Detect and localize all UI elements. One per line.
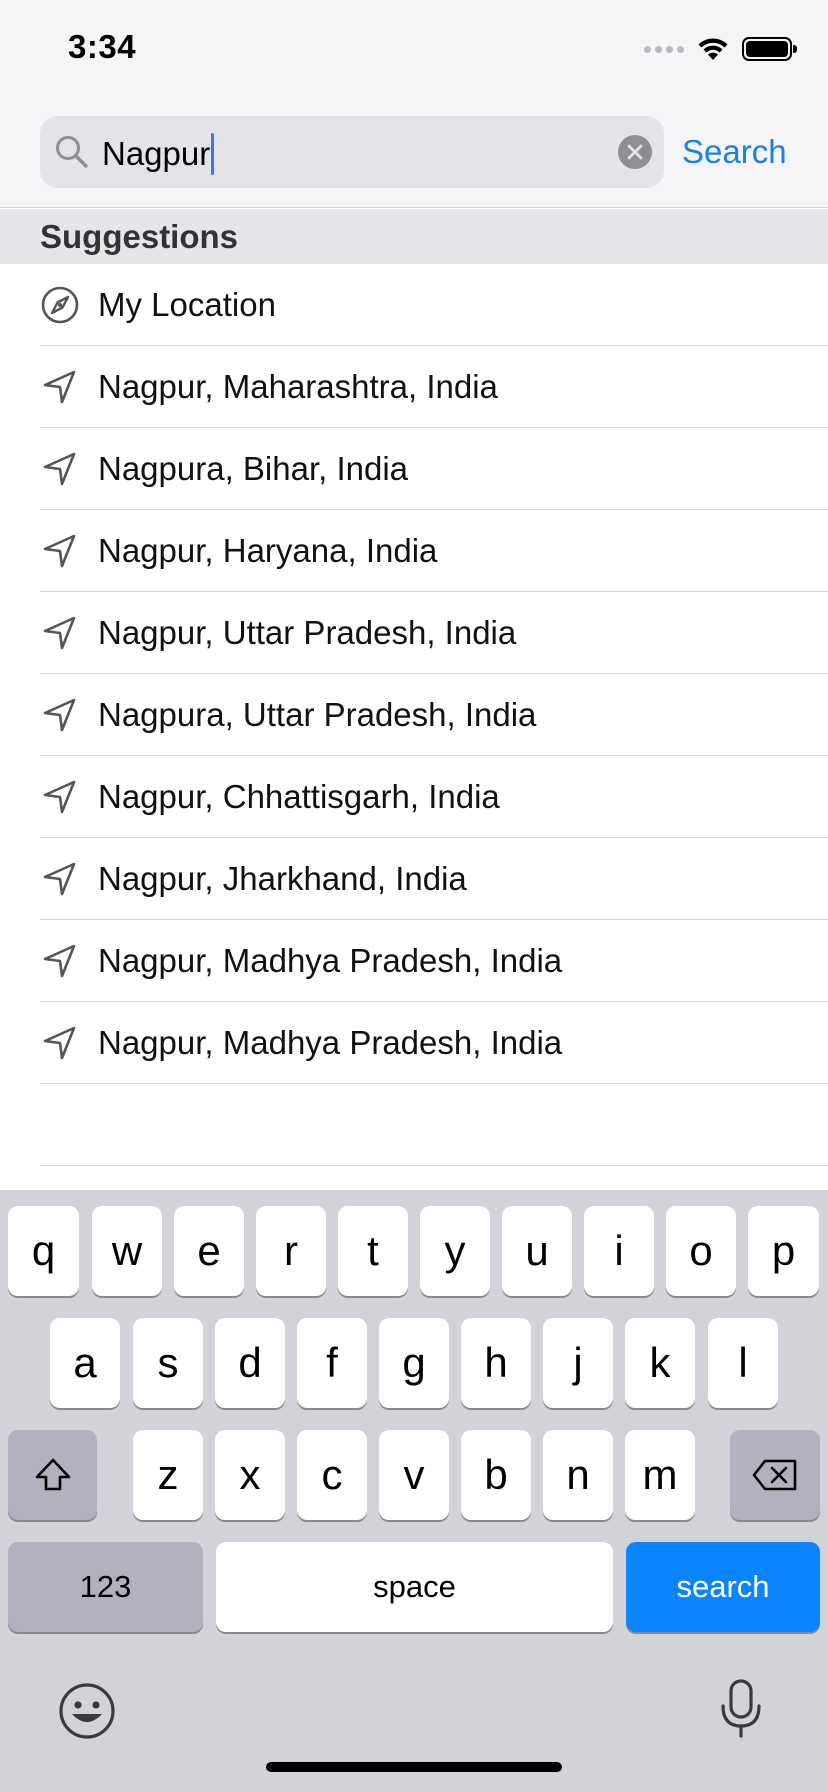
clear-text-button[interactable]	[618, 135, 652, 169]
suggestion-item[interactable]: Nagpur, Maharashtra, India	[0, 346, 828, 428]
suggestion-label: Nagpura, Uttar Pradesh, India	[98, 696, 537, 733]
numbers-key[interactable]: 123	[8, 1542, 203, 1632]
key-k[interactable]: k	[625, 1318, 695, 1408]
status-icons	[644, 34, 797, 64]
suggestions-list: My Location Nagpur, Maharashtra, India N…	[0, 264, 828, 1166]
key-h[interactable]: h	[461, 1318, 531, 1408]
key-d[interactable]: d	[215, 1318, 285, 1408]
suggestions-title: Suggestions	[40, 218, 239, 255]
location-arrow-icon	[43, 780, 76, 814]
suggestion-label: Nagpur, Madhya Pradesh, India	[98, 1024, 563, 1061]
key-c[interactable]: c	[297, 1430, 367, 1520]
close-icon	[627, 144, 643, 160]
suggestion-label: Nagpur, Haryana, India	[98, 532, 438, 569]
key-f[interactable]: f	[297, 1318, 367, 1408]
shift-key[interactable]	[8, 1430, 97, 1520]
location-arrow-icon	[43, 452, 76, 486]
suggestion-item[interactable]: Nagpur, Madhya Pradesh, India	[0, 1002, 828, 1084]
microphone-icon[interactable]	[718, 1678, 764, 1740]
key-b[interactable]: b	[461, 1430, 531, 1520]
key-n[interactable]: n	[543, 1430, 613, 1520]
wifi-icon	[698, 38, 728, 60]
key-p[interactable]: p	[748, 1206, 819, 1296]
key-a[interactable]: a	[50, 1318, 120, 1408]
key-o[interactable]: o	[666, 1206, 736, 1296]
compass-icon	[41, 286, 79, 324]
location-arrow-icon	[43, 370, 76, 404]
suggestions-header: Suggestions	[0, 209, 828, 264]
suggestion-item[interactable]: Nagpur, Madhya Pradesh, India	[0, 920, 828, 1002]
location-arrow-icon	[43, 944, 76, 978]
suggestion-item[interactable]: Nagpur, Uttar Pradesh, India	[0, 592, 828, 674]
key-i[interactable]: i	[584, 1206, 654, 1296]
suggestion-item[interactable]: Nagpur, Haryana, India	[0, 510, 828, 592]
status-time: 3:34	[68, 28, 137, 65]
search-input[interactable]: Nagpur	[40, 116, 664, 188]
shift-icon	[35, 1458, 70, 1491]
key-u[interactable]: u	[502, 1206, 572, 1296]
search-input-value: Nagpur	[102, 133, 215, 175]
key-m[interactable]: m	[625, 1430, 695, 1520]
suggestion-my-location[interactable]: My Location	[0, 264, 828, 346]
location-arrow-icon	[43, 698, 76, 732]
text-caret	[211, 133, 215, 175]
suggestion-label: Nagpur, Maharashtra, India	[98, 368, 498, 405]
search-header: 3:34 Nagpur Search	[0, 0, 828, 208]
key-x[interactable]: x	[215, 1430, 285, 1520]
suggestion-label: Nagpur, Madhya Pradesh, India	[98, 942, 563, 979]
empty-row	[0, 1084, 828, 1166]
delete-key[interactable]	[730, 1430, 820, 1520]
key-t[interactable]: t	[338, 1206, 408, 1296]
location-arrow-icon	[43, 862, 76, 896]
search-action-button[interactable]: Search	[682, 133, 787, 171]
search-icon	[56, 136, 88, 168]
suggestion-item[interactable]: Nagpur, Jharkhand, India	[0, 838, 828, 920]
location-arrow-icon	[43, 616, 76, 650]
suggestion-item[interactable]: Nagpura, Bihar, India	[0, 428, 828, 510]
suggestion-item[interactable]: Nagpur, Chhattisgarh, India	[0, 756, 828, 838]
suggestion-label: Nagpur, Chhattisgarh, India	[98, 778, 500, 815]
key-q[interactable]: q	[8, 1206, 79, 1296]
key-j[interactable]: j	[543, 1318, 613, 1408]
suggestion-label: My Location	[98, 286, 276, 323]
key-v[interactable]: v	[379, 1430, 449, 1520]
backspace-icon	[752, 1459, 797, 1491]
location-arrow-icon	[43, 534, 76, 568]
screen: 3:34 Nagpur Search Suggestions My Locati…	[0, 0, 828, 1792]
battery-icon	[742, 37, 797, 61]
key-g[interactable]: g	[379, 1318, 449, 1408]
key-y[interactable]: y	[420, 1206, 490, 1296]
suggestion-label: Nagpura, Bihar, India	[98, 450, 409, 487]
search-key[interactable]: search	[626, 1542, 820, 1632]
key-r[interactable]: r	[256, 1206, 326, 1296]
key-s[interactable]: s	[133, 1318, 203, 1408]
suggestion-label: Nagpur, Uttar Pradesh, India	[98, 614, 517, 651]
emoji-icon[interactable]	[58, 1682, 116, 1740]
location-arrow-icon	[43, 1026, 76, 1060]
suggestion-item[interactable]: Nagpura, Uttar Pradesh, India	[0, 674, 828, 756]
home-indicator	[266, 1762, 562, 1772]
suggestion-label: Nagpur, Jharkhand, India	[98, 860, 467, 897]
space-key[interactable]: space	[216, 1542, 613, 1632]
key-w[interactable]: w	[92, 1206, 162, 1296]
cellular-signal-icon	[644, 45, 684, 53]
key-z[interactable]: z	[133, 1430, 203, 1520]
key-e[interactable]: e	[174, 1206, 244, 1296]
key-l[interactable]: l	[708, 1318, 778, 1408]
